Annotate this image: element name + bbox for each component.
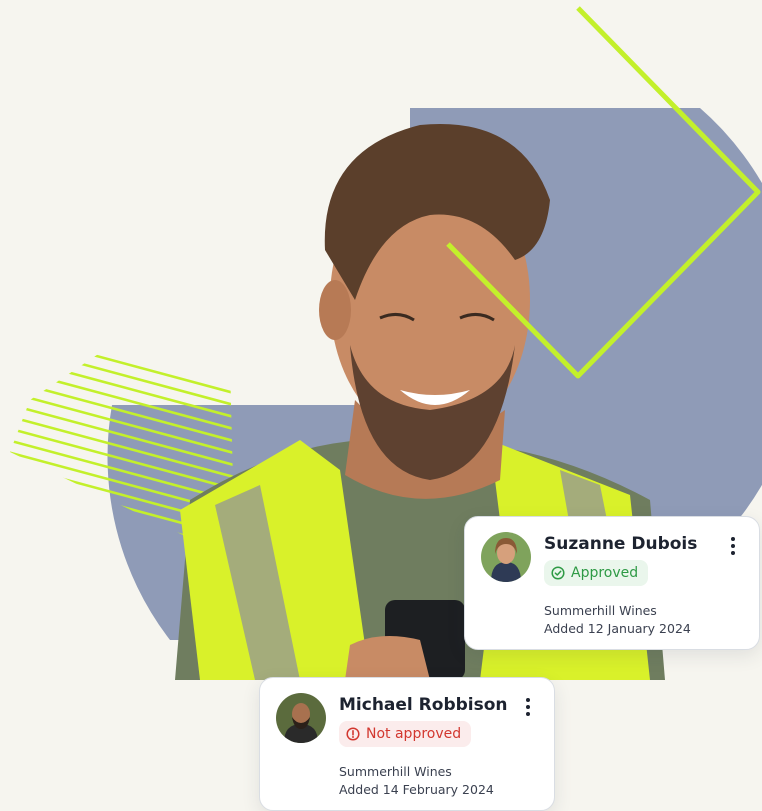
status-badge: Approved [544,560,649,586]
vertical-dots-icon [731,537,735,541]
status-label: Not approved [366,726,462,742]
user-card-michael[interactable]: Michael Robbison Not approved Summerhill… [259,677,555,811]
more-options-button[interactable] [518,694,538,720]
hero-stage: Suzanne Dubois Approved Summerhill Wines… [0,0,762,811]
status-label: Approved [571,565,639,581]
avatar [276,693,326,743]
added-date: Added 14 February 2024 [339,782,494,797]
status-badge: Not approved [339,721,472,747]
more-options-button[interactable] [723,533,743,559]
user-name: Michael Robbison [339,695,508,715]
user-name: Suzanne Dubois [544,534,698,554]
check-circle-icon [551,566,565,580]
company-name: Summerhill Wines [339,764,452,779]
vertical-dots-icon [526,698,530,702]
company-name: Summerhill Wines [544,603,657,618]
user-card-suzanne[interactable]: Suzanne Dubois Approved Summerhill Wines… [464,516,760,650]
alert-circle-icon [346,727,360,741]
avatar [481,532,531,582]
added-date: Added 12 January 2024 [544,621,691,636]
